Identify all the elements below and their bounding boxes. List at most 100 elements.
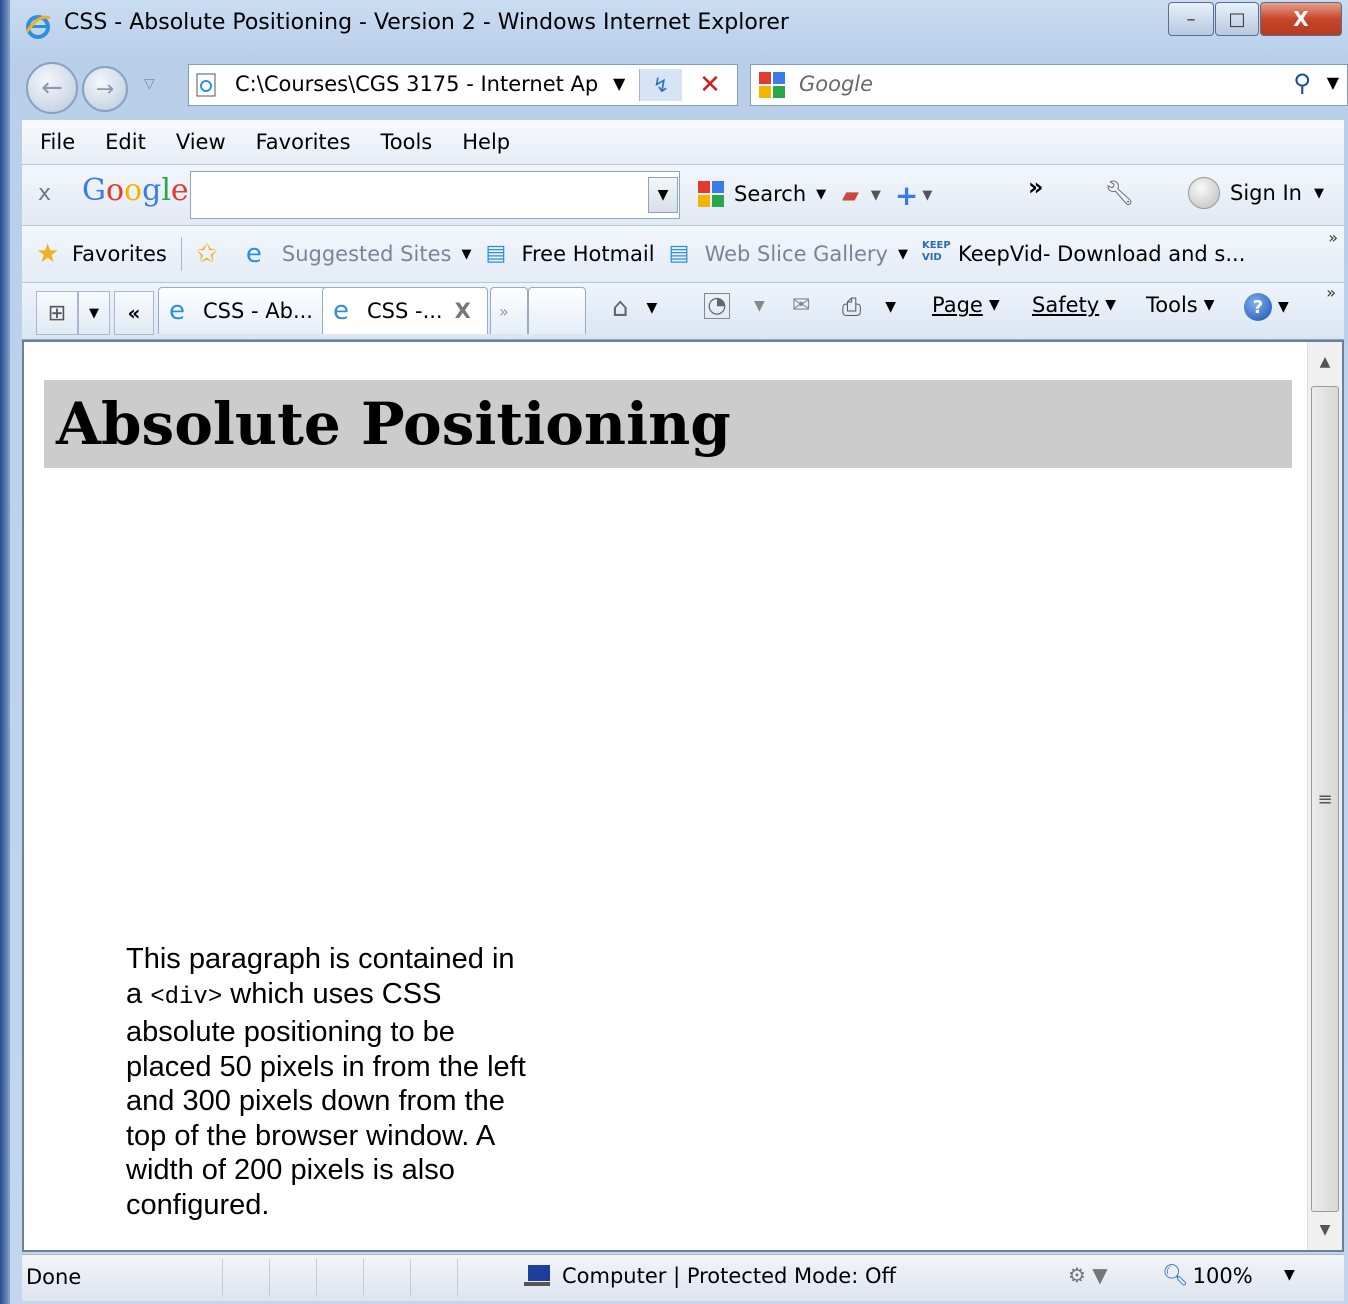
tools-menu-label: Tools	[1146, 293, 1198, 317]
menu-view[interactable]: View	[176, 130, 226, 154]
home-button[interactable]: ⌂ ▼	[612, 293, 657, 323]
chevron-down-icon[interactable]: ▼	[461, 247, 471, 262]
fav-web-slice-gallery[interactable]: ▤ Web Slice Gallery ▼	[669, 240, 908, 268]
tab-list-dropdown[interactable]: ▼	[78, 291, 110, 335]
chevron-down-icon[interactable]: ▼	[922, 188, 932, 203]
toolbar-overflow-button[interactable]: »	[1028, 173, 1044, 201]
scroll-up-icon[interactable]: ▲	[1308, 342, 1342, 382]
window-title: CSS - Absolute Positioning - Version 2 -…	[64, 10, 789, 35]
page-menu[interactable]: Page ▼	[932, 293, 1000, 317]
separator	[180, 237, 182, 271]
menu-help[interactable]: Help	[462, 130, 510, 154]
address-bar[interactable]: C:\Courses\CGS 3175 - Internet Ap ▼ ↯ ✕	[188, 64, 738, 106]
close-window-button[interactable]: X	[1260, 2, 1342, 36]
favorites-label: Favorites	[72, 242, 167, 266]
grid-icon: ⊞	[47, 300, 67, 326]
google-search-button[interactable]: Search ▼	[696, 179, 826, 209]
close-toolbar-button[interactable]: x	[38, 181, 51, 206]
navigation-bar: ← → ▽ C:\Courses\CGS 3175 - Internet Ap …	[10, 54, 1348, 116]
help-button[interactable]: ? ▼	[1244, 293, 1289, 321]
tab-css-2[interactable]: e CSS -... X	[322, 287, 488, 334]
google-icon	[759, 72, 785, 98]
refresh-button[interactable]: ↯	[639, 69, 682, 101]
protected-mode-icon[interactable]: ⚙ ▼	[1068, 1263, 1108, 1287]
tab-css-1[interactable]: e CSS - Ab...	[158, 287, 330, 334]
recent-pages-dropdown[interactable]: ▽	[144, 76, 155, 92]
minimize-button[interactable]: –	[1168, 2, 1214, 36]
plus-icon[interactable]: +	[895, 179, 918, 212]
favorites-button[interactable]: ★ Favorites	[36, 240, 167, 268]
add-to-favorites-icon: ✩	[195, 239, 218, 269]
search-icon[interactable]: ⚲	[1293, 69, 1311, 97]
zoom-button[interactable]: 🔍︎ 100%	[1162, 1263, 1253, 1288]
safety-menu[interactable]: Safety ▼	[1032, 293, 1116, 317]
sign-in-label: Sign In	[1230, 181, 1302, 205]
chevron-down-icon[interactable]: ▼	[647, 300, 658, 316]
menu-tools[interactable]: Tools	[381, 130, 433, 154]
stop-button[interactable]: ✕	[689, 69, 731, 101]
menu-bar: File Edit View Favorites Tools Help	[22, 120, 1344, 165]
scroll-thumb[interactable]: ≡	[1311, 386, 1339, 1212]
scroll-tabs-left-button[interactable]: «	[114, 291, 154, 335]
chevron-down-icon[interactable]: ▼	[885, 299, 896, 315]
vertical-scrollbar[interactable]: ▲ ≡ ▼	[1307, 342, 1342, 1250]
scroll-down-icon[interactable]: ▼	[1308, 1210, 1342, 1250]
address-input[interactable]: C:\Courses\CGS 3175 - Internet Ap	[235, 72, 635, 96]
bookmark-icon[interactable]: ▰	[842, 183, 859, 208]
search-input[interactable]: Google	[799, 72, 873, 96]
menu-file[interactable]: File	[40, 130, 75, 154]
chevron-down-icon[interactable]: ▼	[816, 187, 826, 202]
paragraph-text-2: which uses CSS absolute positioning to b…	[126, 977, 526, 1221]
page-content: Absolute Positioning This paragraph is c…	[22, 340, 1344, 1252]
mail-button[interactable]: ✉	[792, 293, 810, 318]
search-options-dropdown[interactable]: ▼	[1327, 73, 1339, 92]
window-controls: – □ X	[1167, 2, 1342, 36]
tools-menu[interactable]: Tools ▼	[1146, 293, 1215, 317]
status-panel	[316, 1259, 363, 1297]
fav-free-hotmail[interactable]: ▤ Free Hotmail	[485, 240, 654, 268]
wrench-icon[interactable]: 🔧︎	[1104, 179, 1134, 207]
fav-suggested-sites[interactable]: e Suggested Sites ▼	[246, 240, 472, 268]
chevron-down-icon[interactable]: ▼	[754, 298, 765, 314]
command-bar-overflow[interactable]: »	[1326, 283, 1336, 302]
security-zone[interactable]: Computer | Protected Mode: Off	[522, 1263, 896, 1289]
chevron-down-icon[interactable]: ▼	[1314, 186, 1324, 201]
status-panel	[410, 1259, 457, 1297]
address-dropdown-icon[interactable]: ▼	[613, 74, 625, 93]
sign-in-button[interactable]: Sign In ▼	[1188, 177, 1324, 209]
close-tab-icon[interactable]: X	[455, 299, 471, 323]
fav-label: Suggested Sites	[281, 242, 452, 266]
status-panel	[269, 1259, 316, 1297]
menu-favorites[interactable]: Favorites	[256, 130, 351, 154]
rss-icon: ◔	[704, 293, 730, 319]
stop-icon: ✕	[699, 70, 721, 100]
zoom-level: 100%	[1192, 1263, 1253, 1288]
zoom-dropdown[interactable]: ▼	[1284, 1267, 1295, 1283]
google-search-history-dropdown[interactable]: ▼	[648, 177, 678, 213]
add-favorite-button[interactable]: ✩	[196, 240, 232, 268]
favorites-overflow-button[interactable]: »	[1328, 228, 1338, 247]
tab-overflow-button[interactable]: »	[490, 287, 528, 334]
page-menu-label: Page	[932, 293, 983, 317]
chevron-down-icon[interactable]: ▼	[871, 188, 881, 203]
page-heading: Absolute Positioning	[56, 390, 731, 458]
zone-label: Computer | Protected Mode: Off	[562, 1264, 896, 1288]
status-bar: Done Computer | Protected Mode: Off ⚙ ▼ …	[22, 1254, 1344, 1301]
search-box[interactable]: Google ⚲ ▼	[750, 64, 1348, 106]
maximize-button[interactable]: □	[1215, 2, 1259, 36]
desktop-edge	[0, 0, 8, 1304]
new-tab-button[interactable]	[528, 287, 586, 334]
title-bar[interactable]: CSS - Absolute Positioning - Version 2 -…	[10, 0, 1348, 52]
quick-tabs-button[interactable]: ⊞	[36, 291, 78, 335]
feeds-button[interactable]: ◔ ▼	[704, 293, 765, 319]
fav-keepvid[interactable]: KEEP VID KeepVid- Download and s...	[922, 240, 1245, 268]
fav-label: Free Hotmail	[521, 242, 655, 266]
forward-button[interactable]: →	[82, 66, 128, 112]
back-button[interactable]: ←	[26, 62, 78, 114]
google-search-input[interactable]	[190, 171, 680, 219]
user-icon	[1188, 177, 1220, 209]
chevron-down-icon[interactable]: ▼	[898, 247, 908, 262]
menu-edit[interactable]: Edit	[105, 130, 146, 154]
paragraph-code: <div>	[150, 983, 223, 1011]
print-button[interactable]: ⎙ ▼	[842, 293, 896, 321]
